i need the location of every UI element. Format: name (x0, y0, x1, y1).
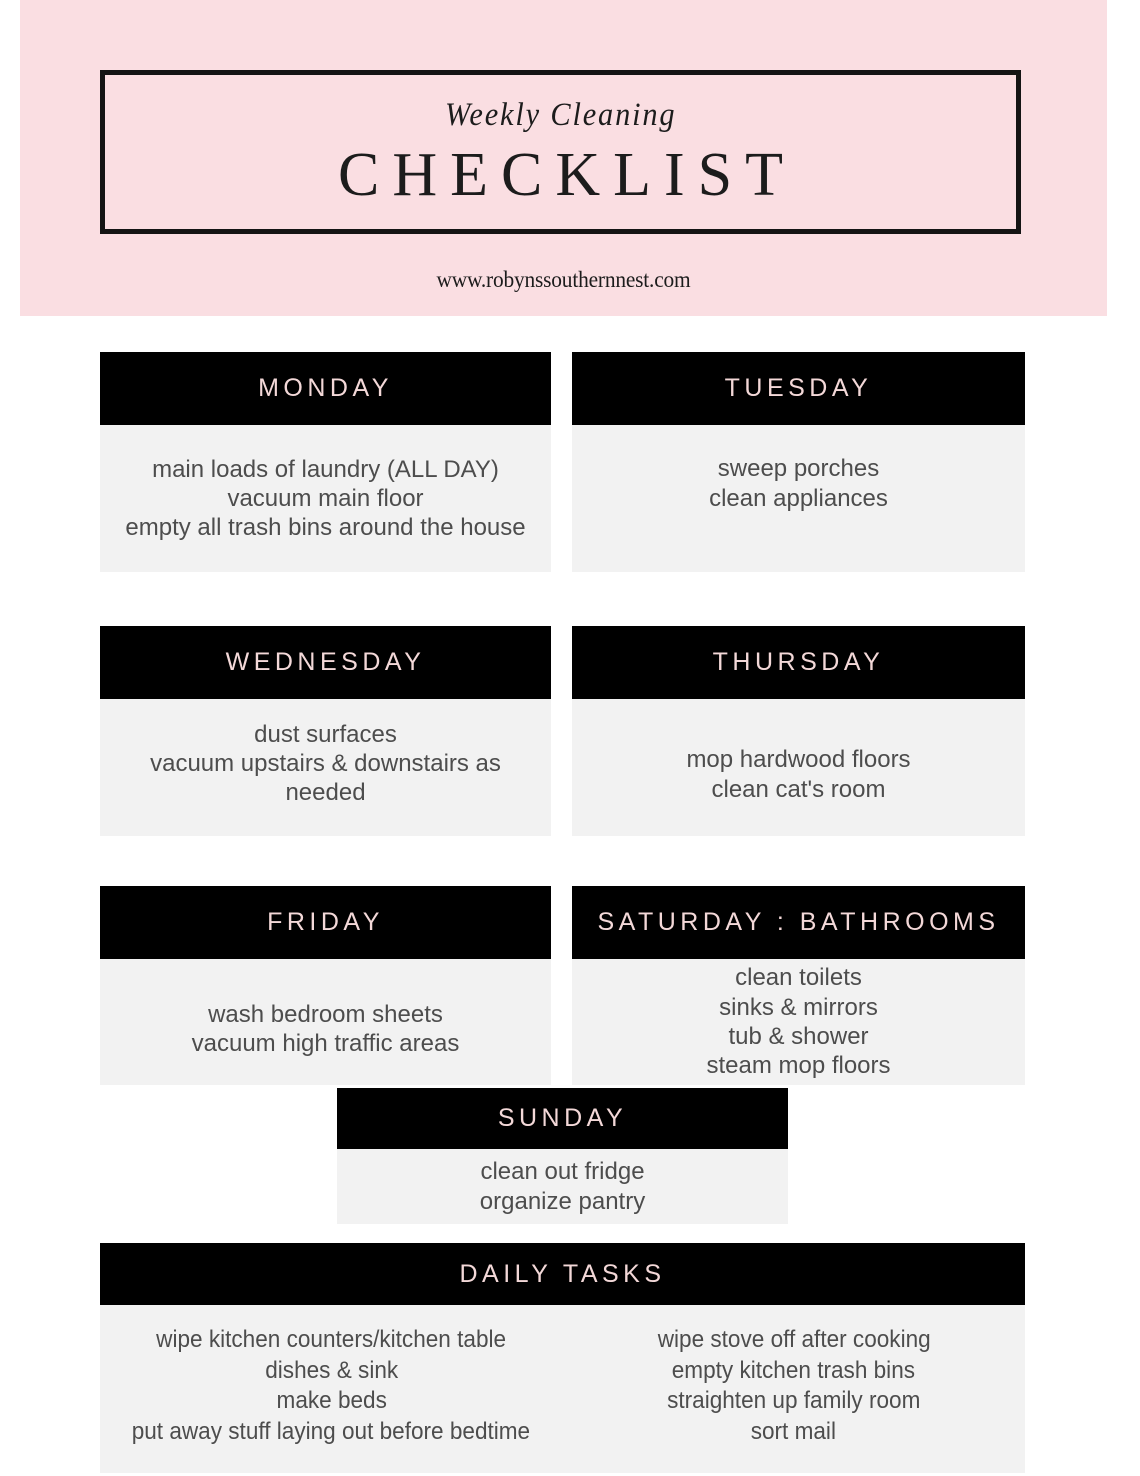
task-item: put away stuff laying out before bedtime (132, 1418, 531, 1446)
day-card-friday: FRIDAY wash bedroom sheets vacuum high t… (100, 886, 551, 1085)
task-item: wash bedroom sheets (208, 1000, 443, 1028)
website-url: www.robynssouthernnest.com (436, 267, 691, 292)
daily-tasks-body: wipe kitchen counters/kitchen table dish… (100, 1305, 1025, 1473)
task-item: tub & shower (728, 1023, 869, 1050)
day-header-wednesday: WEDNESDAY (100, 626, 551, 699)
task-item: dust surfaces (254, 720, 397, 748)
day-header-saturday: SATURDAY : BATHROOMS (572, 886, 1025, 959)
task-item: empty all trash bins around the house (125, 514, 526, 542)
task-item: straighten up family room (667, 1387, 921, 1415)
day-header-tuesday: TUESDAY (572, 352, 1025, 425)
task-item: sort mail (751, 1418, 837, 1446)
day-tasks-tuesday: sweep porches clean appliances (572, 425, 1025, 572)
title-box: Weekly Cleaning CHECKLIST (100, 70, 1021, 234)
task-item: mop hardwood floors (686, 746, 911, 774)
task-item: wipe kitchen counters/kitchen table (156, 1326, 507, 1353)
day-header-monday: MONDAY (100, 352, 551, 425)
task-item: sinks & mirrors (719, 993, 878, 1021)
task-item: sweep porches (717, 455, 880, 483)
task-item: vacuum main floor (227, 484, 424, 512)
task-item: steam mop floors (706, 1052, 891, 1080)
day-card-tuesday: TUESDAY sweep porches clean appliances (572, 352, 1025, 572)
daily-tasks-column-right: wipe stove off after cooking empty kitch… (563, 1325, 1026, 1473)
task-item: make beds (276, 1387, 387, 1415)
task-item: clean cat's room (711, 775, 886, 803)
header-banner: Weekly Cleaning CHECKLIST www.robynssout… (20, 0, 1107, 316)
task-item: organize pantry (479, 1187, 646, 1215)
task-item: clean appliances (709, 484, 888, 512)
task-item: vacuum upstairs & downstairs as needed (150, 749, 501, 807)
day-tasks-thursday: mop hardwood floors clean cat's room (572, 699, 1025, 836)
task-item: empty kitchen trash bins (672, 1356, 916, 1384)
task-item: dishes & sink (264, 1356, 398, 1384)
day-card-wednesday: WEDNESDAY dust surfaces vacuum upstairs … (100, 626, 551, 836)
day-tasks-sunday: clean out fridge organize pantry (337, 1149, 788, 1224)
day-tasks-saturday: clean toilets sinks & mirrors tub & show… (572, 959, 1025, 1085)
day-tasks-friday: wash bedroom sheets vacuum high traffic … (100, 959, 551, 1085)
daily-tasks-column-left: wipe kitchen counters/kitchen table dish… (100, 1325, 563, 1473)
day-card-saturday: SATURDAY : BATHROOMS clean toilets sinks… (572, 886, 1025, 1085)
day-tasks-wednesday: dust surfaces vacuum upstairs & downstai… (100, 699, 551, 836)
task-item: clean toilets (735, 964, 862, 992)
day-card-monday: MONDAY main loads of laundry (ALL DAY) v… (100, 352, 551, 572)
day-card-thursday: THURSDAY mop hardwood floors clean cat's… (572, 626, 1025, 836)
task-item: clean out fridge (480, 1158, 645, 1186)
day-header-sunday: SUNDAY (337, 1088, 788, 1149)
day-header-friday: FRIDAY (100, 886, 551, 959)
day-tasks-monday: main loads of laundry (ALL DAY) vacuum m… (100, 425, 551, 572)
script-title: Weekly Cleaning (444, 96, 677, 133)
task-item: wipe stove off after cooking (657, 1326, 931, 1353)
page-title: CHECKLIST (338, 140, 796, 209)
task-item: vacuum high traffic areas (191, 1030, 460, 1057)
day-header-thursday: THURSDAY (572, 626, 1025, 699)
daily-tasks-header: DAILY TASKS (100, 1243, 1025, 1305)
daily-tasks-section: DAILY TASKS wipe kitchen counters/kitche… (100, 1243, 1025, 1473)
task-item: main loads of laundry (ALL DAY) (152, 455, 499, 483)
day-card-sunday: SUNDAY clean out fridge organize pantry (337, 1088, 788, 1224)
